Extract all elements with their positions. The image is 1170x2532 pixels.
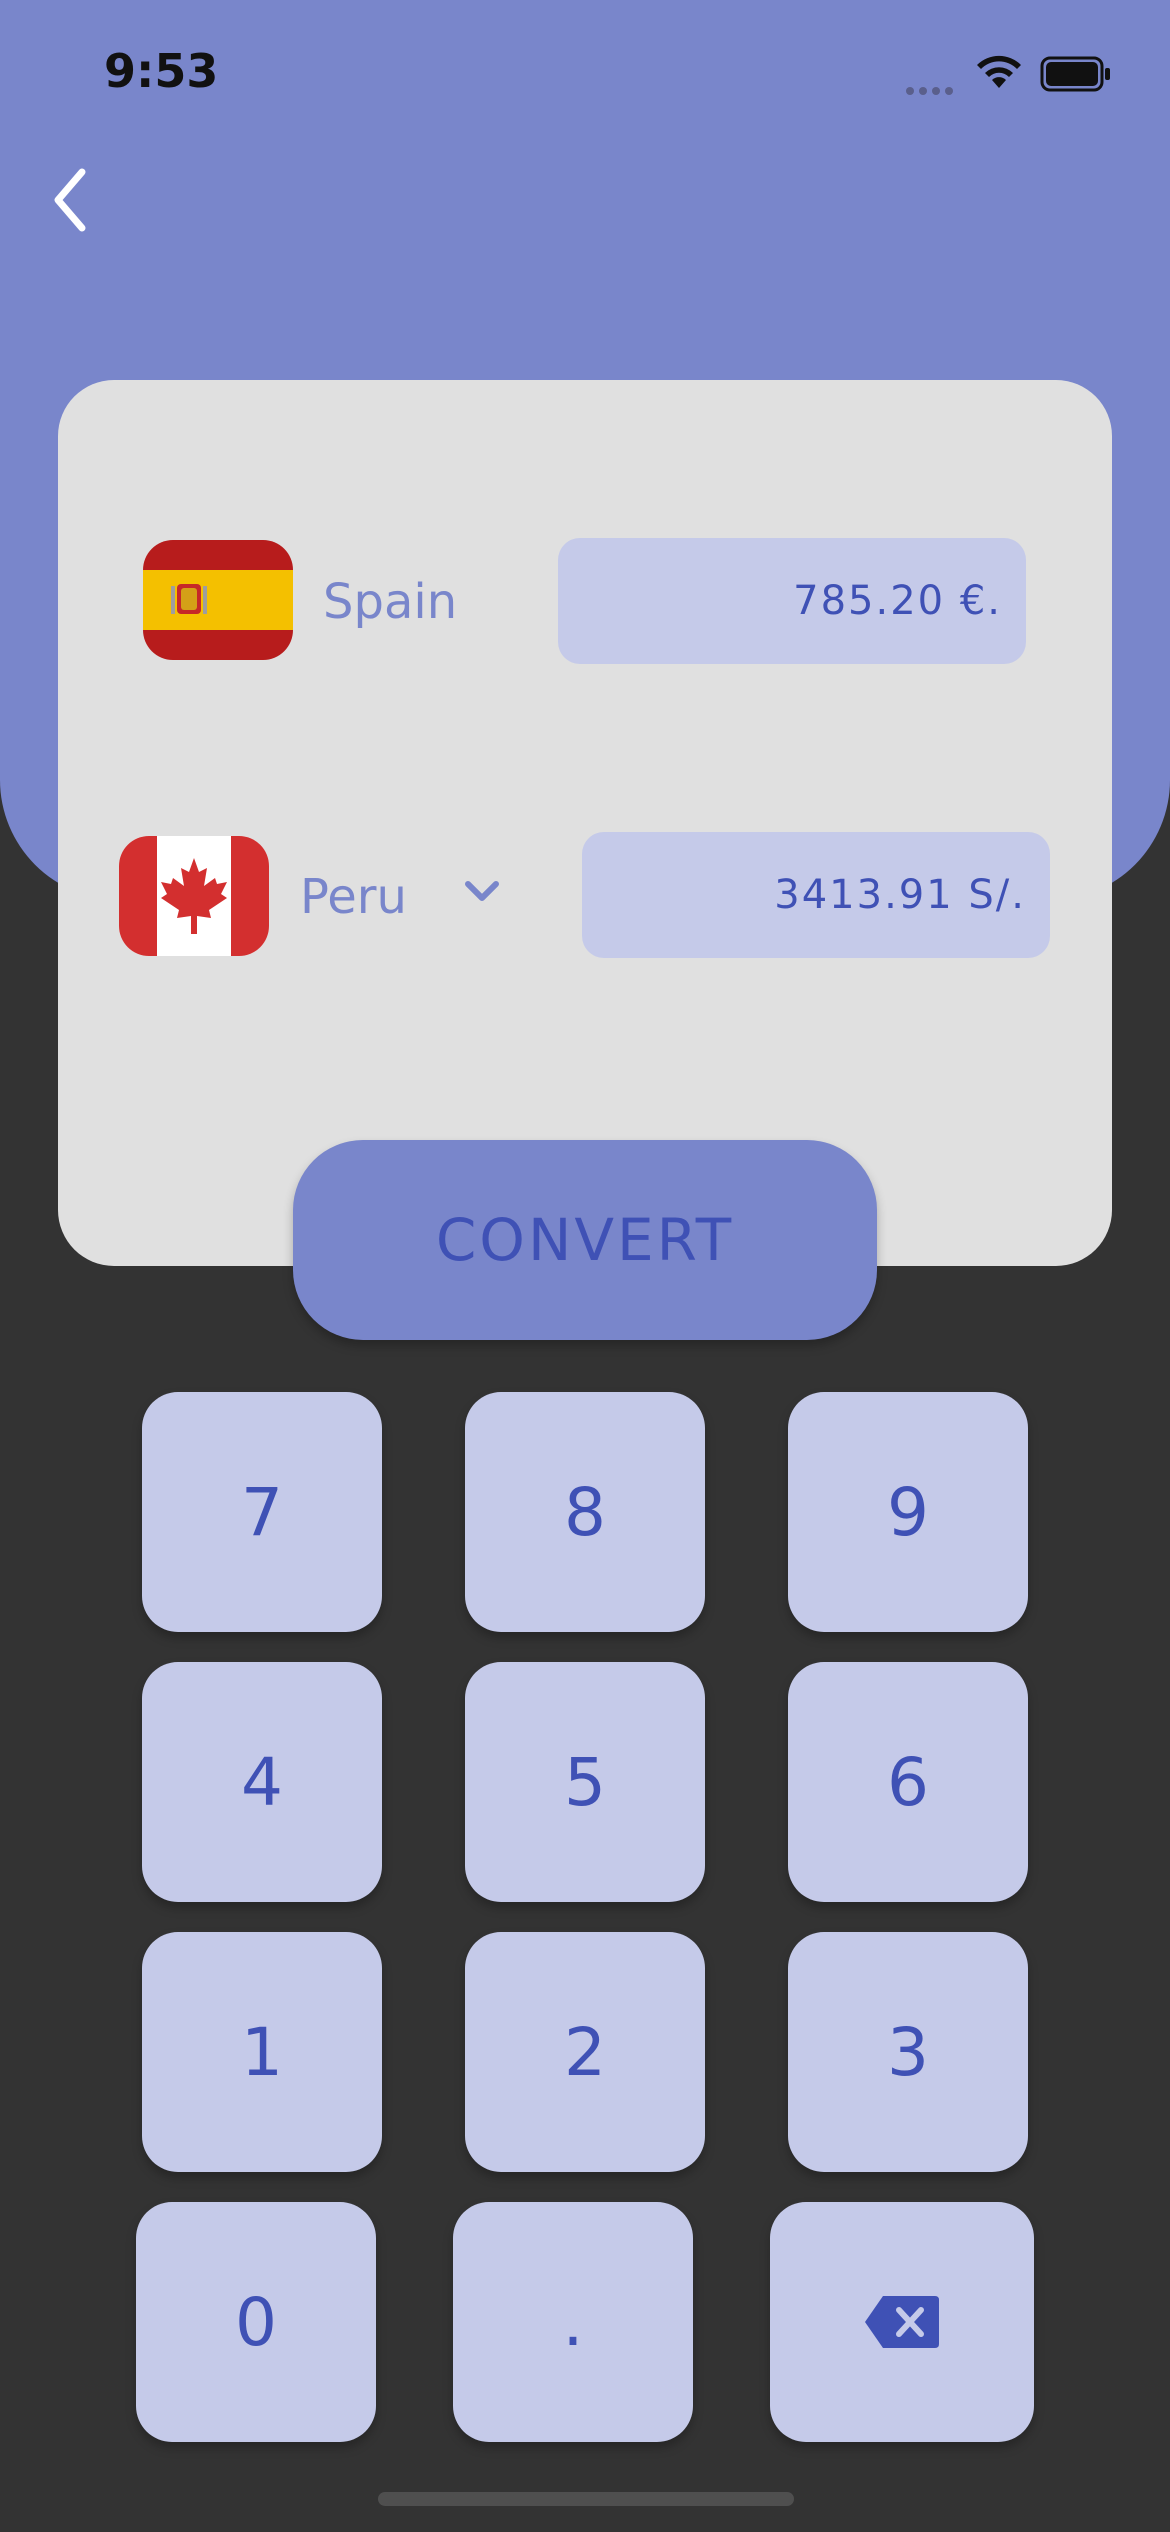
chevron-down-icon[interactable] — [462, 876, 502, 906]
key-5[interactable]: 5 — [465, 1662, 705, 1902]
status-bar: 9:53 — [0, 0, 1170, 150]
backspace-icon — [865, 2296, 939, 2348]
wifi-icon — [972, 50, 1026, 94]
to-country-label: Peru — [300, 869, 407, 925]
cellular-signal-icon — [906, 80, 958, 99]
from-amount-field[interactable]: 785.20 €. — [558, 538, 1026, 664]
canada-flag-icon — [119, 836, 269, 956]
key-2[interactable]: 2 — [465, 1932, 705, 2172]
key-6[interactable]: 6 — [788, 1662, 1028, 1902]
key-0[interactable]: 0 — [136, 2202, 376, 2442]
chevron-left-icon — [54, 168, 86, 232]
key-decimal[interactable]: . — [453, 2202, 693, 2442]
home-indicator — [378, 2492, 794, 2506]
from-country-label: Spain — [323, 574, 458, 630]
spain-flag-icon — [143, 540, 293, 660]
battery-icon — [1040, 56, 1112, 96]
convert-button[interactable]: CONVERT — [293, 1140, 877, 1340]
key-1[interactable]: 1 — [142, 1932, 382, 2172]
backspace-button[interactable] — [770, 2202, 1034, 2442]
status-time: 9:53 — [104, 44, 219, 98]
back-button[interactable] — [40, 160, 110, 240]
to-amount-field[interactable]: 3413.91 S/. — [582, 832, 1050, 958]
key-7[interactable]: 7 — [142, 1392, 382, 1632]
key-8[interactable]: 8 — [465, 1392, 705, 1632]
key-9[interactable]: 9 — [788, 1392, 1028, 1632]
key-4[interactable]: 4 — [142, 1662, 382, 1902]
key-3[interactable]: 3 — [788, 1932, 1028, 2172]
converter-card — [58, 380, 1112, 1266]
